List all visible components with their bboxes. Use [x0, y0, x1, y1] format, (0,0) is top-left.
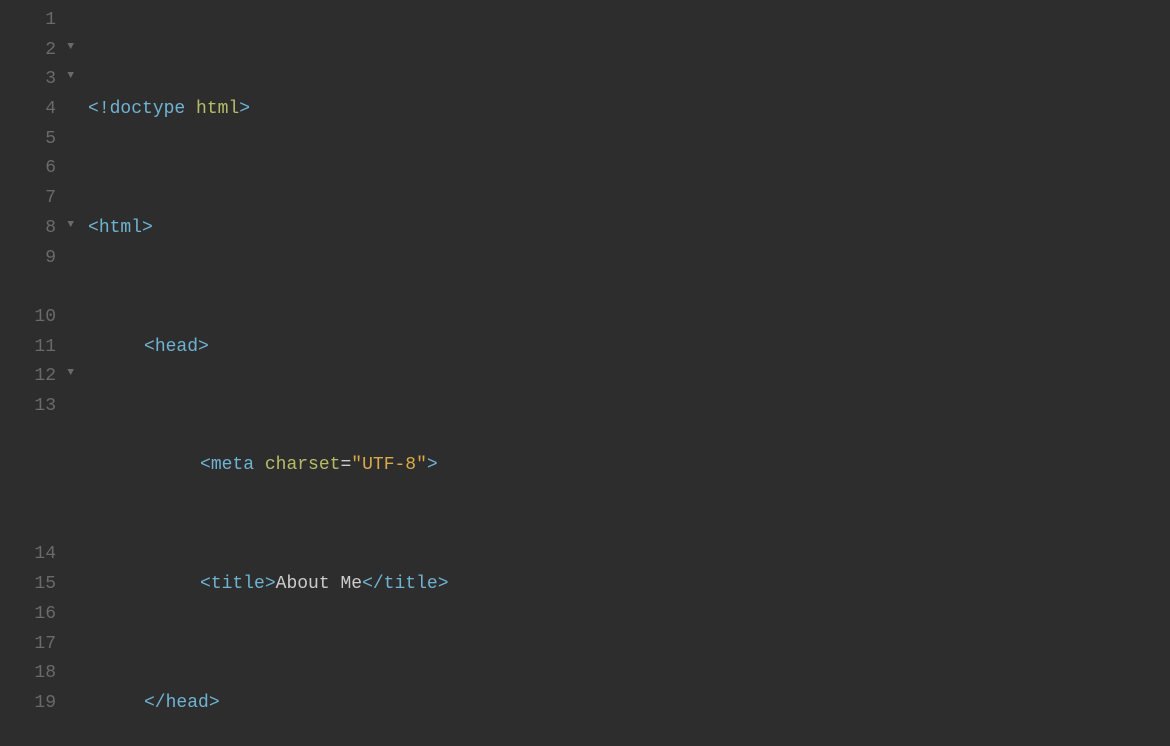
- line-number: 1: [45, 6, 58, 36]
- code-line[interactable]: <html>: [88, 214, 1170, 244]
- line-number: 19: [34, 689, 58, 719]
- code-area[interactable]: <!doctype html> <html> <head> <meta char…: [84, 6, 1170, 746]
- line-number: 6: [45, 154, 58, 184]
- code-editor[interactable]: 1 2▼ 3▼ 4 5 6 7 8▼ 9 10 11 12▼ 13 14 15 …: [0, 0, 1170, 746]
- code-line[interactable]: <!doctype html>: [88, 95, 1170, 125]
- line-number: 18: [34, 659, 58, 689]
- line-number: 17: [34, 630, 58, 660]
- fold-toggle-icon[interactable]: ▼: [58, 67, 84, 85]
- line-number: 12: [34, 362, 58, 392]
- line-number: 5: [45, 125, 58, 155]
- line-number: 2: [45, 36, 58, 66]
- code-line[interactable]: <title>About Me</title>: [88, 570, 1170, 600]
- line-number: 8: [45, 214, 58, 244]
- code-line[interactable]: <head>: [88, 333, 1170, 363]
- line-number-gutter: 1 2▼ 3▼ 4 5 6 7 8▼ 9 10 11 12▼ 13 14 15 …: [0, 6, 84, 746]
- line-number: 14: [34, 540, 58, 570]
- line-number: 15: [34, 570, 58, 600]
- fold-toggle-icon[interactable]: ▼: [58, 364, 84, 382]
- line-number: 9: [45, 244, 58, 274]
- line-number: 4: [45, 95, 58, 125]
- code-line[interactable]: </head>: [88, 689, 1170, 719]
- fold-toggle-icon[interactable]: ▼: [58, 216, 84, 234]
- code-line[interactable]: <meta charset="UTF-8">: [88, 451, 1170, 481]
- line-number: 11: [34, 333, 58, 363]
- fold-toggle-icon[interactable]: ▼: [58, 38, 84, 56]
- line-number: 7: [45, 184, 58, 214]
- line-number: 16: [34, 600, 58, 630]
- line-number: 13: [34, 392, 58, 422]
- line-number: 3: [45, 65, 58, 95]
- line-number: 10: [34, 303, 58, 333]
